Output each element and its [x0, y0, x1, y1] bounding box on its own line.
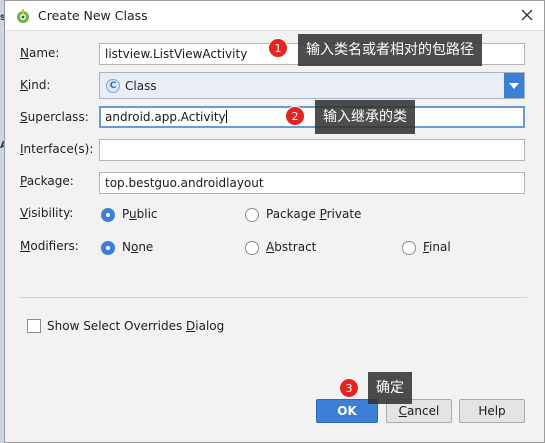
- kind-selected-value: Class: [125, 79, 157, 93]
- show-overrides-checkbox[interactable]: [27, 319, 41, 333]
- create-new-class-dialog: Create New Class Name: listview.ListView…: [4, 0, 545, 443]
- modifiers-label: Modifiers:: [20, 239, 79, 253]
- interfaces-field[interactable]: [99, 139, 525, 161]
- radio-selected-indicator: [101, 208, 115, 222]
- kind-dropdown[interactable]: C Class: [99, 72, 525, 99]
- text-caret: [225, 110, 227, 123]
- annotation-callout-1: 输入类名或者相对的包路径: [298, 34, 482, 66]
- modifiers-none-label: None: [122, 240, 154, 254]
- kind-label: Kind:: [20, 78, 51, 92]
- class-c-icon: C: [106, 79, 120, 93]
- modifiers-abstract-label: Abstract: [266, 240, 317, 254]
- modifiers-final-label: Final: [423, 240, 451, 254]
- help-button[interactable]: Help: [459, 399, 525, 423]
- android-studio-icon: [15, 8, 31, 24]
- visibility-label: Visibility:: [20, 206, 74, 220]
- package-field[interactable]: top.bestguo.androidlayout: [99, 172, 525, 194]
- name-label: Name:: [20, 46, 60, 60]
- close-icon: [521, 9, 533, 24]
- annotation-badge-2: 2: [285, 106, 305, 126]
- dialog-title: Create New Class: [38, 8, 148, 23]
- annotation-callout-2: 输入继承的类: [315, 100, 415, 134]
- close-button[interactable]: [516, 5, 538, 27]
- package-label: Package:: [20, 174, 74, 188]
- show-overrides-label[interactable]: Show Select Overrides Dialog: [47, 319, 224, 333]
- section-divider: [19, 297, 527, 298]
- visibility-package-private-label: Package Private: [266, 207, 362, 221]
- interfaces-label: Interface(s):: [20, 142, 94, 156]
- radio-indicator: [245, 241, 259, 255]
- radio-selected-indicator: [101, 241, 115, 255]
- title-bar: Create New Class: [5, 1, 544, 31]
- superclass-field[interactable]: android.app.Activity: [99, 106, 525, 128]
- radio-indicator: [245, 208, 259, 222]
- annotation-badge-1: 1: [268, 38, 288, 58]
- radio-indicator: [402, 241, 416, 255]
- chevron-down-icon[interactable]: [504, 73, 524, 98]
- annotation-badge-3: 3: [339, 378, 359, 398]
- superclass-label: Superclass:: [20, 110, 89, 124]
- annotation-callout-3: 确定: [368, 372, 412, 404]
- visibility-public-label: Public: [122, 207, 158, 221]
